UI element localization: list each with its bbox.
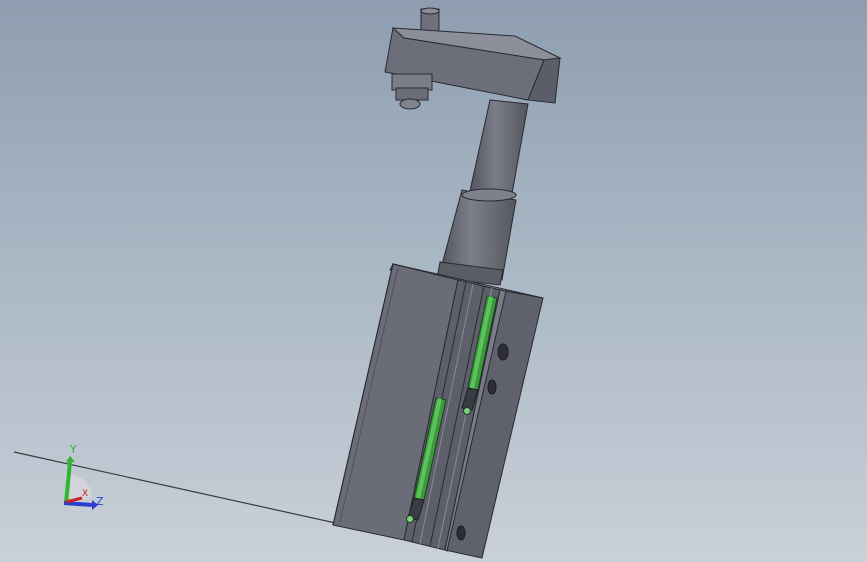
rod-sleeve <box>436 188 517 286</box>
coordinate-triad <box>63 456 98 510</box>
clamp-arm[interactable] <box>384 7 562 110</box>
ground-plane-line <box>13 451 341 525</box>
3d-graphics-viewport[interactable]: Y X Z <box>0 0 867 562</box>
model-scene[interactable] <box>0 0 867 562</box>
x-axis-label: X <box>82 489 89 499</box>
y-axis-label: Y <box>70 443 77 456</box>
z-axis-line <box>63 501 93 507</box>
z-axis-label: Z <box>96 495 104 508</box>
